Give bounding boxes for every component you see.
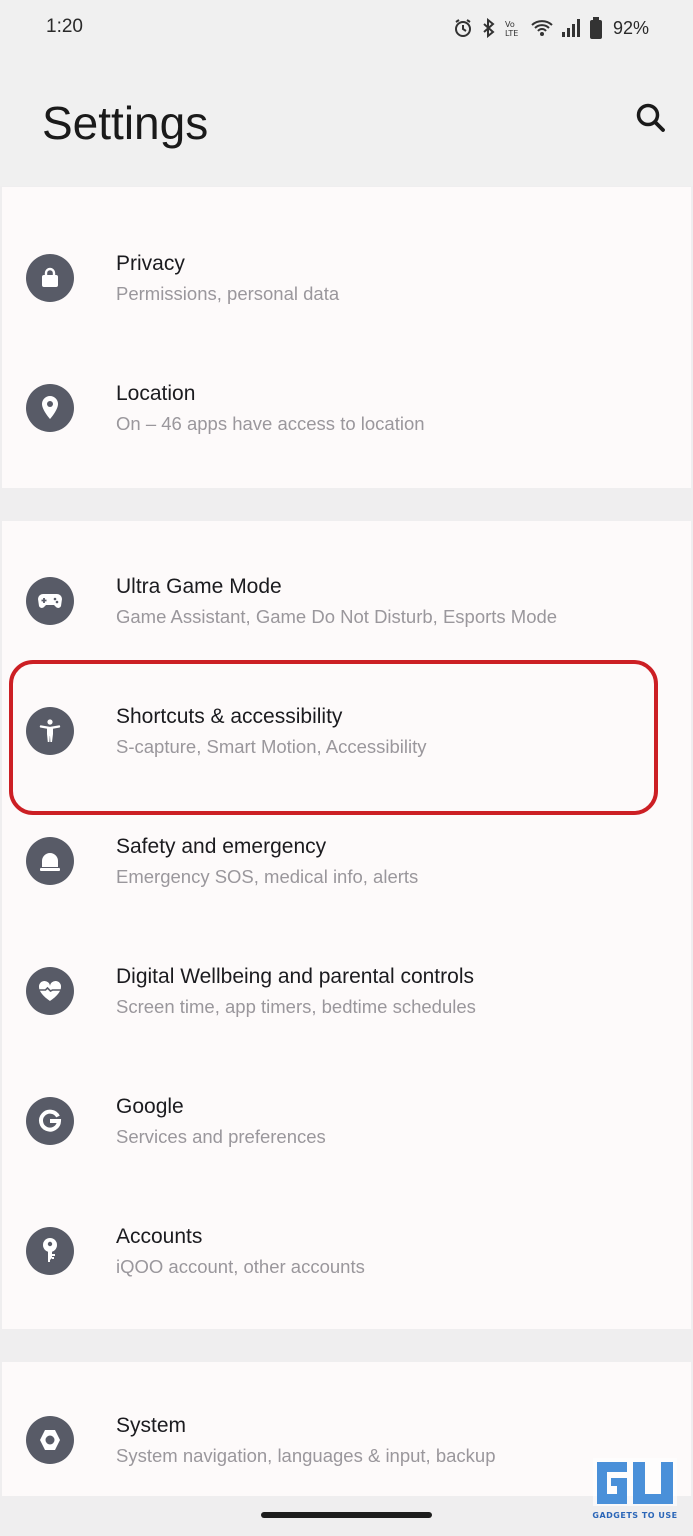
page-title: Settings bbox=[42, 97, 209, 149]
settings-item-google[interactable]: Google Services and preferences bbox=[2, 1061, 691, 1181]
settings-item-subtitle: Services and preferences bbox=[116, 1126, 326, 1147]
settings-group-system: System System navigation, languages & in… bbox=[2, 1362, 691, 1496]
settings-item-system[interactable]: System System navigation, languages & in… bbox=[2, 1380, 691, 1500]
settings-item-subtitle: iQOO account, other accounts bbox=[116, 1256, 365, 1277]
signal-icon bbox=[561, 18, 581, 38]
settings-group-main: Ultra Game Mode Game Assistant, Game Do … bbox=[2, 521, 691, 1329]
settings-item-label: Ultra Game Mode bbox=[116, 575, 282, 598]
settings-item-digital-wellbeing[interactable]: Digital Wellbeing and parental controls … bbox=[2, 931, 691, 1051]
watermark-caption: GADGETS TO USE bbox=[592, 1511, 678, 1520]
settings-item-label: Location bbox=[116, 382, 196, 405]
settings-item-label: System bbox=[116, 1414, 187, 1437]
svg-text:LTE: LTE bbox=[505, 29, 518, 38]
status-icons: Vo LTE 92% bbox=[453, 14, 649, 42]
bluetooth-icon bbox=[481, 18, 497, 38]
settings-group-privacy: Privacy Permissions, personal data Locat… bbox=[2, 187, 691, 488]
accessibility-icon bbox=[26, 707, 74, 755]
gamepad-icon bbox=[26, 577, 74, 625]
google-icon bbox=[26, 1097, 74, 1145]
settings-item-ultra-game-mode[interactable]: Ultra Game Mode Game Assistant, Game Do … bbox=[2, 541, 691, 661]
heart-icon bbox=[26, 967, 74, 1015]
key-icon bbox=[26, 1227, 74, 1275]
settings-item-subtitle: S-capture, Smart Motion, Accessibility bbox=[116, 736, 427, 757]
settings-item-label: Shortcuts & accessibility bbox=[116, 705, 343, 728]
svg-text:Vo: Vo bbox=[505, 20, 515, 29]
settings-item-subtitle: On – 46 apps have access to location bbox=[116, 413, 425, 434]
alarm-icon bbox=[453, 18, 473, 38]
home-indicator[interactable] bbox=[261, 1512, 432, 1518]
system-hexagon-icon bbox=[26, 1416, 74, 1464]
status-bar: 1:20 Vo LTE 92% bbox=[0, 0, 693, 56]
volte-icon: Vo LTE bbox=[505, 18, 523, 38]
settings-item-label: Privacy bbox=[116, 252, 185, 275]
search-button[interactable] bbox=[633, 100, 669, 136]
wifi-icon bbox=[531, 18, 553, 38]
location-pin-icon bbox=[26, 384, 74, 432]
settings-item-subtitle: Game Assistant, Game Do Not Disturb, Esp… bbox=[116, 606, 558, 627]
settings-item-location[interactable]: Location On – 46 apps have access to loc… bbox=[2, 348, 691, 468]
app-bar: Settings bbox=[0, 56, 693, 186]
settings-item-label: Safety and emergency bbox=[116, 835, 327, 858]
settings-item-safety-emergency[interactable]: Safety and emergency Emergency SOS, medi… bbox=[2, 801, 691, 921]
settings-item-subtitle: Screen time, app timers, bedtime schedul… bbox=[116, 996, 476, 1017]
settings-item-subtitle: Permissions, personal data bbox=[116, 283, 340, 304]
battery-percent: 92% bbox=[612, 17, 649, 38]
settings-item-subtitle: Emergency SOS, medical info, alerts bbox=[116, 866, 419, 887]
settings-item-label: Digital Wellbeing and parental controls bbox=[116, 965, 474, 988]
battery-icon bbox=[589, 17, 603, 39]
emergency-light-icon bbox=[26, 837, 74, 885]
settings-item-subtitle: System navigation, languages & input, ba… bbox=[116, 1445, 496, 1466]
status-time: 1:20 bbox=[46, 16, 83, 37]
settings-item-shortcuts-accessibility[interactable]: Shortcuts & accessibility S-capture, Sma… bbox=[2, 671, 691, 791]
gadgets-to-use-logo bbox=[593, 1458, 677, 1506]
lock-icon bbox=[26, 254, 74, 302]
search-icon bbox=[636, 103, 665, 132]
watermark-logo: GADGETS TO USE bbox=[589, 1456, 681, 1520]
settings-item-accounts[interactable]: Accounts iQOO account, other accounts bbox=[2, 1191, 691, 1311]
settings-item-privacy[interactable]: Privacy Permissions, personal data bbox=[2, 218, 691, 338]
settings-item-label: Accounts bbox=[116, 1225, 203, 1248]
settings-item-label: Google bbox=[116, 1095, 184, 1118]
